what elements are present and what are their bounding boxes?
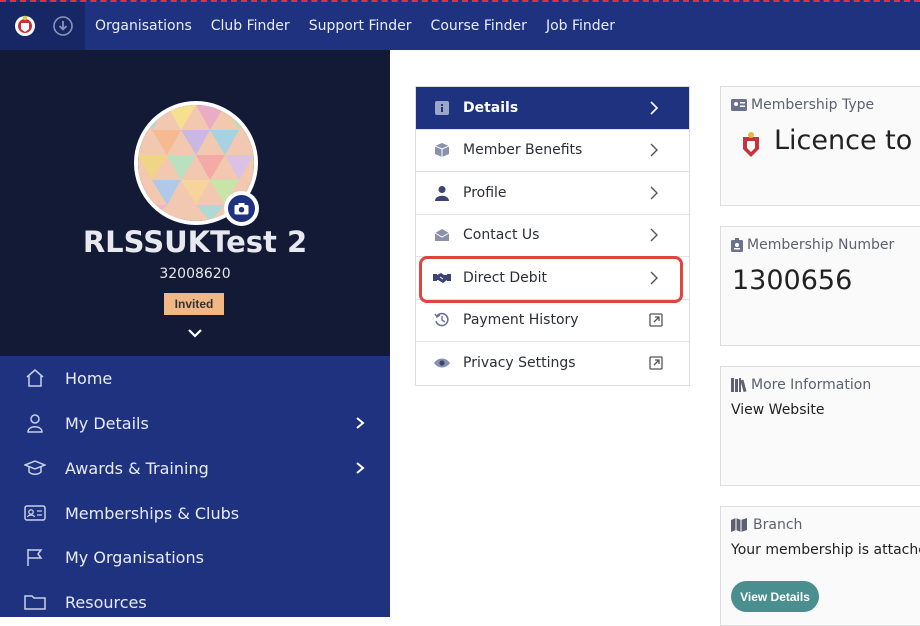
profile-number: 32008620 [159,266,231,282]
sidebar-item-label: My Organisations [65,547,204,567]
user-icon [24,412,46,434]
graduation-cap-icon [24,457,46,479]
history-icon [433,311,451,329]
nav-organisations[interactable]: Organisations [95,18,192,34]
flag-icon [24,546,46,568]
external-link-icon [649,356,663,370]
info-icon [433,99,451,117]
chevron-right-icon [356,462,365,474]
top-nav-links: Organisations Club Finder Support Finder… [95,2,615,50]
user-icon [433,184,451,202]
rlss-logo-icon[interactable] [14,14,36,38]
chevron-right-icon [650,186,658,200]
chevron-down-icon[interactable] [186,327,204,339]
handshake-icon [433,269,451,287]
sidebar-item-resources[interactable]: Resources [0,580,390,624]
sidebar-item-home[interactable]: Home [0,356,390,400]
branch-text: Your membership is attached t [731,542,920,558]
sidebar-menu: Home My Details Awards & Training Member… [0,356,390,617]
sidebar-item-my-details[interactable]: My Details [0,401,390,445]
view-website-link[interactable]: View Website [731,402,824,418]
folder-icon [24,591,46,613]
box-icon [433,141,451,159]
status-badge: Invited [164,293,224,315]
nav-support-finder[interactable]: Support Finder [309,18,412,34]
menu-item-details[interactable]: Details [416,87,689,130]
nav-job-finder[interactable]: Job Finder [546,18,615,34]
menu-item-label: Direct Debit [463,269,548,286]
chevron-right-icon [356,417,365,429]
chevron-right-icon [650,143,658,157]
membership-type-label: Membership Type [751,97,875,113]
menu-item-privacy-settings[interactable]: Privacy Settings [416,342,689,385]
branch-panel: Branch Your membership is attached t Vie… [720,506,920,626]
menu-item-label: Contact Us [463,227,540,244]
change-photo-button[interactable] [224,191,259,226]
id-card-icon [24,502,46,524]
sidebar-item-label: My Details [65,413,149,433]
chevron-right-icon [650,101,659,115]
top-navbar: Organisations Club Finder Support Finder… [0,0,920,50]
branch-label: Branch [753,517,803,533]
logo-area [0,2,85,50]
menu-item-profile[interactable]: Profile [416,172,689,215]
membership-type-panel: Membership Type Licence to C [720,86,920,206]
menu-item-label: Details [463,99,519,116]
menu-item-direct-debit[interactable]: Direct Debit [416,257,689,300]
books-icon [731,378,747,392]
menu-item-label: Member Benefits [463,142,583,159]
nav-club-finder[interactable]: Club Finder [211,18,290,34]
sidebar-item-label: Awards & Training [65,458,209,478]
more-information-panel: More Information View Website [720,366,920,486]
nav-course-finder[interactable]: Course Finder [431,18,527,34]
sidebar-item-label: Resources [65,592,147,612]
membership-number-label: Membership Number [747,237,895,253]
membership-type-value: Licence to C [774,125,920,156]
download-icon[interactable] [53,16,73,36]
profile-name: RLSSUKTest 2 [82,225,308,259]
menu-item-payment-history[interactable]: Payment History [416,300,689,342]
map-icon [731,518,747,532]
membership-number-value: 1300656 [732,265,853,296]
menu-item-member-benefits[interactable]: Member Benefits [416,130,689,172]
home-icon [24,367,46,389]
camera-icon [234,203,249,215]
badge-icon [731,238,743,252]
menu-item-contact-us[interactable]: Contact Us [416,215,689,257]
membership-number-panel: Membership Number 1300656 [720,226,920,346]
sidebar-item-awards-training[interactable]: Awards & Training [0,446,390,490]
external-link-icon [649,313,663,327]
more-info-label: More Information [751,377,872,393]
sidebar-item-memberships-clubs[interactable]: Memberships & Clubs [0,491,390,535]
details-menu-card: Details Member Benefits Profile Contact … [415,86,690,386]
chevron-right-icon [650,228,658,242]
menu-item-label: Profile [463,184,507,201]
view-details-button[interactable]: View Details [731,581,819,612]
menu-item-label: Payment History [463,312,579,329]
rlss-crest-icon [743,132,759,157]
menu-item-label: Privacy Settings [463,355,576,372]
sidebar-item-my-organisations[interactable]: My Organisations [0,535,390,579]
id-card-icon [731,99,747,111]
sidebar-item-label: Memberships & Clubs [65,503,240,523]
chevron-right-icon [650,271,658,285]
eye-icon [433,354,451,372]
sidebar-item-label: Home [65,368,113,388]
envelope-icon [433,226,451,244]
